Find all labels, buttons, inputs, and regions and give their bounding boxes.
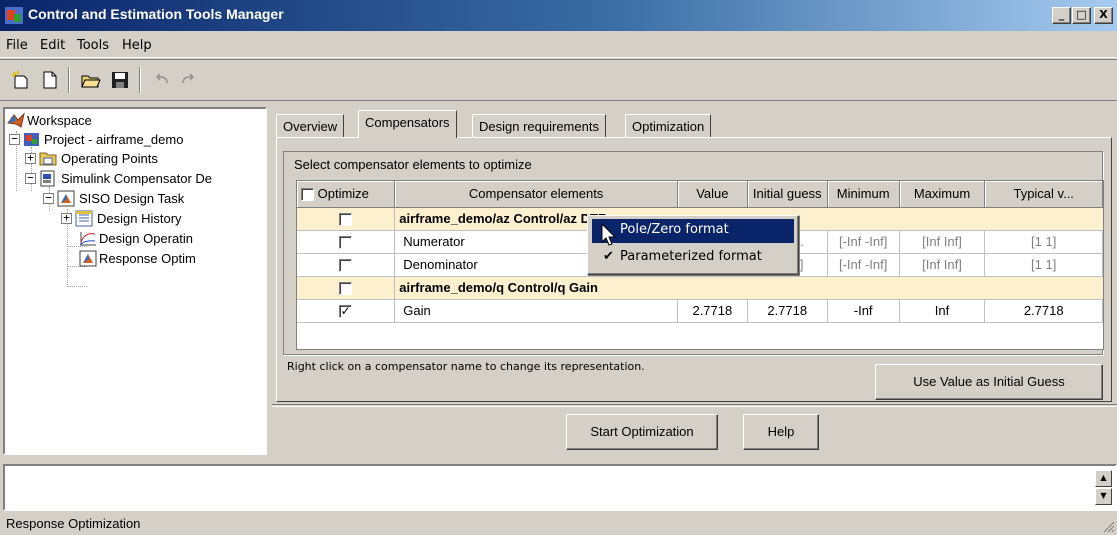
expand-icon[interactable]: + (61, 212, 72, 224)
save-icon[interactable] (110, 70, 130, 90)
menu-item-parameterized-format[interactable]: ✔ Parameterized format (592, 246, 794, 270)
scroll-up-icon[interactable]: ▲ (1095, 470, 1112, 487)
status-bar: Response Optimization (0, 513, 1117, 535)
menu-file[interactable]: File (6, 38, 28, 53)
toolbar-separator (68, 67, 70, 93)
optimize-checkbox[interactable] (339, 236, 353, 250)
header-maximum[interactable]: Maximum (899, 181, 986, 208)
optimize-checkbox[interactable] (339, 282, 353, 296)
initial-guess-cell[interactable]: 2.7718 (747, 299, 828, 323)
toolbar-separator (139, 67, 141, 93)
typical-cell[interactable]: [1 1] (984, 253, 1103, 277)
scroll-down-icon[interactable]: ▼ (1095, 488, 1112, 505)
undo-icon[interactable] (152, 70, 172, 90)
hint-text: Right click on a compensator name to cha… (287, 360, 645, 373)
use-value-as-initial-guess-button[interactable]: Use Value as Initial Guess (875, 364, 1103, 400)
maximum-cell[interactable]: [Inf Inf] (899, 253, 986, 277)
typical-cell[interactable]: 2.7718 (984, 299, 1103, 323)
status-text: Response Optimization (6, 516, 141, 531)
collapse-icon[interactable]: − (9, 133, 20, 145)
message-console[interactable]: ▲ ▼ (3, 464, 1117, 511)
optimize-all-checkbox[interactable] (301, 188, 314, 202)
element-name[interactable]: Gain (394, 299, 678, 323)
menu-help[interactable]: Help (122, 38, 152, 53)
horizontal-divider (272, 404, 1117, 407)
mouse-pointer-icon (601, 223, 617, 246)
window-title: Control and Estimation Tools Manager (28, 6, 284, 22)
table-row-gain[interactable]: ✓ Gain 2.7718 2.7718 -Inf Inf 2.7718 (297, 299, 1103, 323)
response-optimization-icon (79, 250, 97, 267)
menu-tools[interactable]: Tools (77, 38, 109, 53)
optimize-checkbox-checked[interactable]: ✓ (339, 305, 353, 319)
design-history-icon (75, 210, 93, 227)
response-optimization-panel: Overview Compensators Design requirement… (272, 102, 1117, 459)
title-bar: Control and Estimation Tools Manager _ □… (0, 0, 1117, 31)
new-document-icon[interactable] (40, 70, 60, 90)
simulink-icon (40, 170, 55, 187)
header-initial-guess[interactable]: Initial guess (747, 181, 828, 208)
siso-task-icon (57, 190, 75, 207)
minimum-cell[interactable]: [-Inf -Inf] (827, 230, 900, 254)
help-button[interactable]: Help (743, 414, 819, 450)
resize-grip-icon[interactable] (1101, 519, 1115, 533)
new-project-icon[interactable] (11, 70, 31, 90)
optimize-checkbox[interactable] (339, 259, 353, 273)
design-operating-icon (80, 232, 96, 246)
tab-compensators[interactable]: Compensators (358, 110, 457, 138)
maximize-button[interactable]: □ (1072, 7, 1091, 24)
header-optimize[interactable]: Optimize (297, 181, 396, 208)
menu-edit[interactable]: Edit (40, 38, 65, 53)
maximum-cell[interactable]: Inf (899, 299, 986, 323)
checkmark-icon: ✔ (603, 249, 614, 264)
matlab-logo-icon (7, 112, 25, 128)
menu-item-pole-zero-format[interactable]: Pole/Zero format (592, 219, 794, 243)
collapse-icon[interactable]: − (43, 192, 54, 204)
value-cell[interactable]: 2.7718 (677, 299, 748, 323)
optimize-checkbox[interactable] (339, 213, 353, 227)
open-folder-icon[interactable] (81, 70, 101, 90)
header-value[interactable]: Value (677, 181, 748, 208)
matlab-app-icon (5, 7, 23, 24)
collapse-icon[interactable]: − (25, 172, 36, 184)
table-header-row: Optimize Compensator elements Value Init… (297, 181, 1103, 208)
header-minimum[interactable]: Minimum (827, 181, 900, 208)
tab-optimization[interactable]: Optimization (625, 114, 712, 138)
toolbar (0, 59, 1117, 101)
tab-design-requirements[interactable]: Design requirements (472, 114, 606, 138)
header-compensator-elements[interactable]: Compensator elements (394, 181, 678, 208)
close-button[interactable]: X (1094, 7, 1113, 24)
minimize-button[interactable]: _ (1052, 7, 1071, 24)
minimum-cell[interactable]: [-Inf -Inf] (827, 253, 900, 277)
operating-points-icon (39, 152, 57, 166)
table-row-block-q[interactable]: airframe_demo/q Control/q Gain (297, 276, 1103, 300)
menu-bar: File Edit Tools Help (0, 31, 1117, 58)
typical-cell[interactable]: [1 1] (984, 230, 1103, 254)
minimum-cell[interactable]: -Inf (827, 299, 900, 323)
group-title: Select compensator elements to optimize (292, 157, 534, 172)
maximum-cell[interactable]: [Inf Inf] (899, 230, 986, 254)
block-name[interactable]: airframe_demo/q Control/q Gain (394, 276, 1103, 300)
project-tree: Workspace − Project - airframe_demo + Op… (3, 107, 267, 455)
start-optimization-button[interactable]: Start Optimization (566, 414, 718, 450)
expand-icon[interactable]: + (25, 152, 36, 164)
tab-overview[interactable]: Overview (276, 114, 345, 138)
project-icon (24, 133, 39, 146)
header-typical-value[interactable]: Typical v... (984, 181, 1103, 208)
redo-icon[interactable] (178, 70, 198, 90)
